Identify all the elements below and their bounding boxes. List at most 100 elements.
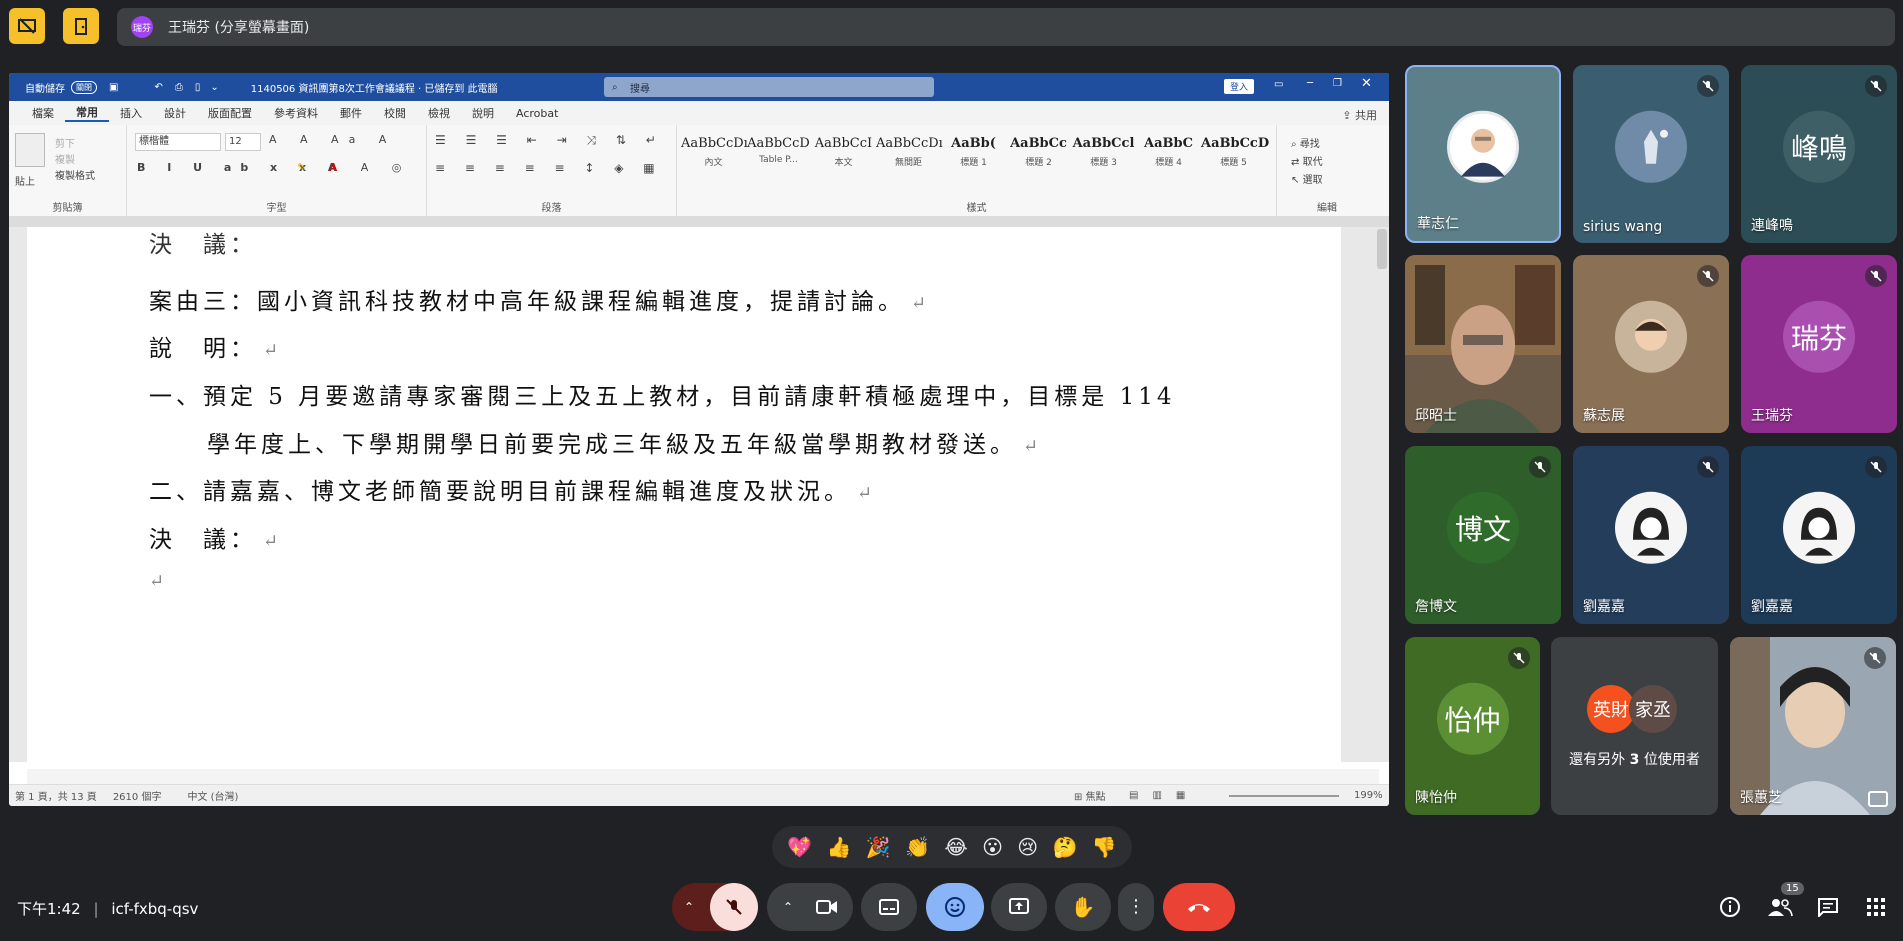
activities-button[interactable]: [1866, 897, 1886, 921]
style-item[interactable]: AaBbCcI 本文: [811, 133, 876, 168]
more-options-button[interactable]: ⋮: [1118, 883, 1154, 931]
style-item[interactable]: AaBbCcD 標題 5: [1201, 133, 1269, 168]
ribbon-tab[interactable]: 檔案: [21, 105, 65, 121]
style-sample: AaBbCcD: [747, 136, 810, 151]
page-count[interactable]: 第 1 頁，共 13 頁: [15, 788, 97, 803]
present-button[interactable]: [991, 883, 1047, 931]
word-count[interactable]: 2610 個字: [113, 788, 162, 803]
undo-icon[interactable]: ↶: [154, 82, 162, 93]
replace-button[interactable]: ⇄ 取代: [1291, 153, 1323, 168]
cut-label[interactable]: 剪下: [55, 135, 75, 150]
meeting-details-button[interactable]: [1719, 896, 1741, 922]
reaction-emoji[interactable]: 🤔: [1053, 835, 1078, 859]
font-color-buttons[interactable]: ✎ A A ◎: [297, 161, 411, 174]
participant-tile-11[interactable]: 張蕙芝: [1730, 637, 1896, 815]
ribbon-tab[interactable]: 參考資料: [263, 105, 329, 121]
reaction-emoji[interactable]: 😂: [944, 835, 967, 859]
pip-icon[interactable]: [1868, 791, 1888, 807]
leave-call-button[interactable]: [1163, 883, 1235, 931]
mic-button[interactable]: ⌃: [672, 883, 758, 931]
participant-tile-2[interactable]: sirius wang: [1573, 65, 1729, 243]
reaction-emoji[interactable]: 👎: [1092, 835, 1117, 859]
close-icon[interactable]: ✕: [1361, 76, 1372, 91]
chevron-up-icon[interactable]: ⌃: [684, 900, 694, 914]
reaction-emoji[interactable]: 😮: [982, 835, 1003, 859]
ribbon-tab[interactable]: 說明: [461, 105, 505, 121]
paste-label[interactable]: 貼上: [15, 173, 35, 188]
paste-icon[interactable]: [15, 133, 45, 167]
language[interactable]: 中文 (台灣): [187, 788, 238, 803]
reaction-emoji[interactable]: 👏: [905, 835, 930, 859]
autosave-toggle[interactable]: 關閉: [71, 80, 97, 94]
share-button[interactable]: ⇪ 共用: [1342, 107, 1377, 123]
view-buttons[interactable]: ▤▥▦: [1129, 790, 1199, 801]
ribbon-tab[interactable]: 常用: [65, 104, 109, 122]
style-item[interactable]: AaBbCcD Table P...: [746, 133, 811, 165]
chat-button[interactable]: [1817, 897, 1839, 921]
style-item[interactable]: AaBbCcl 標題 3: [1071, 133, 1136, 168]
meeting-code[interactable]: icf-fxbq-qsv: [111, 900, 198, 918]
participant-tile-9[interactable]: 劉嘉嘉: [1741, 446, 1897, 624]
participant-tile-4[interactable]: 邱昭士: [1405, 255, 1561, 433]
reaction-emoji[interactable]: 👍: [826, 835, 851, 859]
style-item[interactable]: AaBbCcDı 內文: [681, 133, 748, 168]
participant-tile-8[interactable]: 劉嘉嘉: [1573, 446, 1729, 624]
horizontal-scrollbar[interactable]: [27, 769, 1379, 784]
copy-label[interactable]: 複製: [55, 151, 75, 166]
participant-tile-5[interactable]: 蘇志展: [1573, 255, 1729, 433]
save-icon[interactable]: ▣: [109, 82, 118, 93]
vertical-scrollbar[interactable]: [1377, 229, 1387, 269]
group-paragraph: ☰ ☰ ☰ ⇤ ⇥ ⤨ ⇅ ↵ ≡ ≡ ≡ ≡ ≡ ↕ ◈ ▦ 段落: [427, 125, 677, 217]
ribbon-tab[interactable]: Acrobat: [505, 107, 569, 120]
participant-tile-3[interactable]: 峰鳴 連峰鳴: [1741, 65, 1897, 243]
camera-button[interactable]: ⌃: [767, 883, 853, 931]
ribbon-tab[interactable]: 版面配置: [197, 105, 263, 121]
ribbon-tab[interactable]: 郵件: [329, 105, 373, 121]
font-size-select[interactable]: 12: [225, 133, 261, 151]
search-box[interactable]: ⌕ 搜尋: [604, 77, 934, 97]
ribbon-tab[interactable]: 校閱: [373, 105, 417, 121]
zoom-level[interactable]: 199%: [1354, 790, 1383, 801]
ribbon-display-icon[interactable]: ▭: [1274, 79, 1283, 90]
signin-button[interactable]: 登入: [1224, 79, 1255, 94]
style-item[interactable]: AaBbCcDı 無間距: [876, 133, 943, 168]
font-name-select[interactable]: 標楷體: [135, 133, 221, 151]
leave-presentation-button[interactable]: [63, 8, 99, 44]
ribbon-tab[interactable]: 插入: [109, 105, 153, 121]
mic-off-icon[interactable]: [710, 883, 758, 931]
format-painter-label[interactable]: 複製格式: [55, 167, 95, 182]
style-item[interactable]: AaBb(標題 1: [941, 133, 1006, 168]
minimize-icon[interactable]: ─: [1307, 78, 1313, 89]
ribbon-tab[interactable]: 檢視: [417, 105, 461, 121]
chevron-up-icon[interactable]: ⌃: [783, 900, 793, 914]
pdf-icon[interactable]: ⎙: [175, 82, 183, 93]
list-buttons[interactable]: ☰ ☰ ☰ ⇤ ⇥ ⤨ ⇅ ↵: [435, 133, 664, 148]
more-participants-tile[interactable]: 英財 家丞 還有另外 3 位使用者: [1551, 637, 1718, 815]
participant-tile-10[interactable]: 怡仲 陳怡仲: [1405, 637, 1540, 815]
font-size-buttons[interactable]: A A Aa A: [269, 133, 396, 146]
select-button[interactable]: ↖ 選取: [1291, 171, 1323, 186]
reaction-emoji[interactable]: 💖: [787, 835, 812, 859]
participant-tile-7[interactable]: 博文 詹博文: [1405, 446, 1561, 624]
avatar: [1783, 491, 1855, 564]
new-doc-icon[interactable]: ▯: [195, 82, 201, 93]
captions-button[interactable]: [861, 883, 917, 931]
style-item[interactable]: AaBbCc 標題 2: [1006, 133, 1071, 168]
participant-tile-1[interactable]: 華志仁: [1405, 65, 1561, 243]
reaction-emoji[interactable]: 😢: [1017, 835, 1038, 859]
find-button[interactable]: ⌕ 尋找: [1291, 135, 1320, 150]
qat-more-icon[interactable]: ⌄: [210, 82, 218, 93]
focus-button[interactable]: ⊞ 焦點: [1074, 788, 1106, 803]
style-item[interactable]: AaBbC 標題 4: [1136, 133, 1201, 168]
participant-tile-6[interactable]: 瑞芬 王瑞芬: [1741, 255, 1897, 433]
reaction-emoji[interactable]: 🎉: [866, 835, 891, 859]
align-buttons[interactable]: ≡ ≡ ≡ ≡ ≡ ↕ ◈ ▦: [435, 161, 663, 175]
people-button[interactable]: 15: [1767, 882, 1804, 922]
reactions-button[interactable]: [926, 883, 984, 931]
restore-icon[interactable]: ❐: [1333, 78, 1342, 89]
ribbon-tab[interactable]: 設計: [153, 105, 197, 121]
stop-presenting-button[interactable]: [9, 8, 45, 44]
document-page[interactable]: 決 議： 案由三：國小資訊科技教材中高年級課程編輯進度，提請討論。 ↵ 說 明： ↵…: [27, 227, 1341, 772]
raise-hand-button[interactable]: ✋: [1055, 883, 1111, 931]
zoom-slider[interactable]: [1229, 795, 1339, 797]
